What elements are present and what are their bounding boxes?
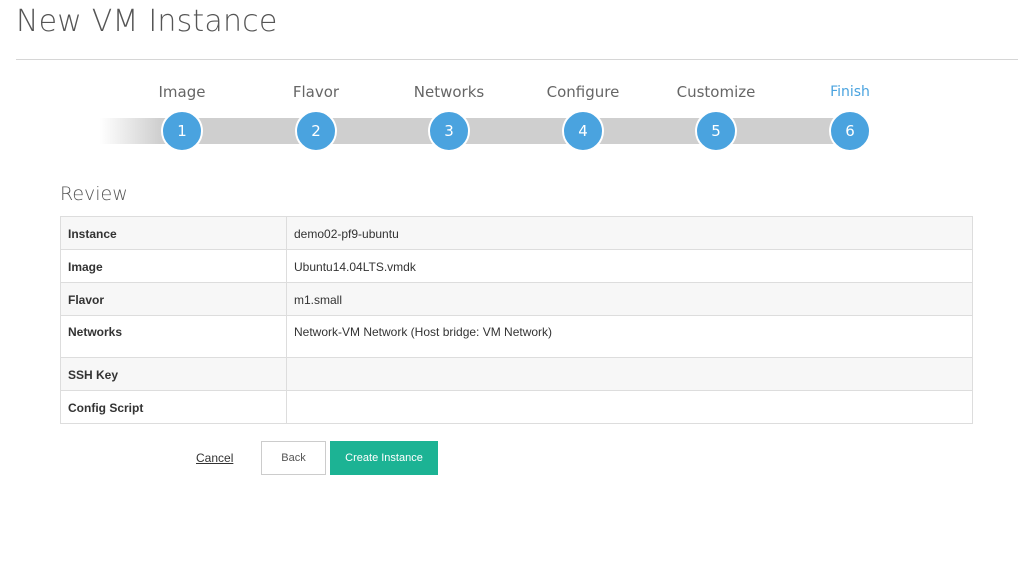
review-key: Networks — [60, 315, 287, 358]
review-key: Flavor — [60, 282, 287, 316]
wizard-step-label: Flavor — [292, 83, 340, 101]
wizard-step-finish[interactable]: Finish 6 — [790, 70, 910, 152]
title-divider — [16, 59, 1018, 60]
table-row: Image Ubuntu14.04LTS.vmdk — [60, 249, 973, 283]
table-row: Config Script — [60, 390, 973, 424]
wizard-steps: Image 1 Flavor 2 Networks 3 Configure 4 … — [0, 70, 1024, 170]
wizard-step-image[interactable]: Image 1 — [122, 70, 242, 152]
review-key: Image — [60, 249, 287, 283]
review-heading: Review — [60, 183, 128, 205]
wizard-step-flavor[interactable]: Flavor 2 — [256, 70, 376, 152]
wizard-step-number[interactable]: 3 — [428, 110, 470, 152]
review-value: Ubuntu14.04LTS.vmdk — [286, 249, 973, 283]
wizard-step-label: Customize — [676, 83, 756, 101]
table-row: Instance demo02-pf9-ubuntu — [60, 216, 973, 250]
review-value: m1.small — [286, 282, 973, 316]
wizard-step-number[interactable]: 5 — [695, 110, 737, 152]
wizard-step-number[interactable]: 4 — [562, 110, 604, 152]
review-value — [286, 357, 973, 391]
wizard-step-label: Image — [158, 83, 206, 101]
wizard-step-label: Networks — [413, 83, 485, 101]
review-key: Config Script — [60, 390, 287, 424]
wizard-step-number[interactable]: 6 — [829, 110, 871, 152]
cancel-link[interactable]: Cancel — [196, 451, 233, 465]
table-row: SSH Key — [60, 357, 973, 391]
wizard-step-configure[interactable]: Configure 4 — [523, 70, 643, 152]
review-value: demo02-pf9-ubuntu — [286, 216, 973, 250]
table-row: Networks Network-VM Network (Host bridge… — [60, 315, 973, 358]
wizard-step-number[interactable]: 1 — [161, 110, 203, 152]
review-key: Instance — [60, 216, 287, 250]
wizard-step-number[interactable]: 2 — [295, 110, 337, 152]
page-title: New VM Instance — [16, 4, 278, 39]
review-table: Instance demo02-pf9-ubuntu Image Ubuntu1… — [60, 216, 973, 424]
table-row: Flavor m1.small — [60, 282, 973, 316]
review-value — [286, 390, 973, 424]
wizard-step-customize[interactable]: Customize 5 — [656, 70, 776, 152]
back-button[interactable]: Back — [261, 441, 326, 475]
review-key: SSH Key — [60, 357, 287, 391]
review-value: Network-VM Network (Host bridge: VM Netw… — [286, 315, 973, 358]
form-actions: Cancel Back Create Instance — [0, 441, 1024, 475]
wizard-step-label: Configure — [546, 83, 620, 101]
create-instance-button[interactable]: Create Instance — [330, 441, 438, 475]
wizard-step-networks[interactable]: Networks 3 — [389, 70, 509, 152]
wizard-step-label: Finish — [830, 84, 870, 100]
